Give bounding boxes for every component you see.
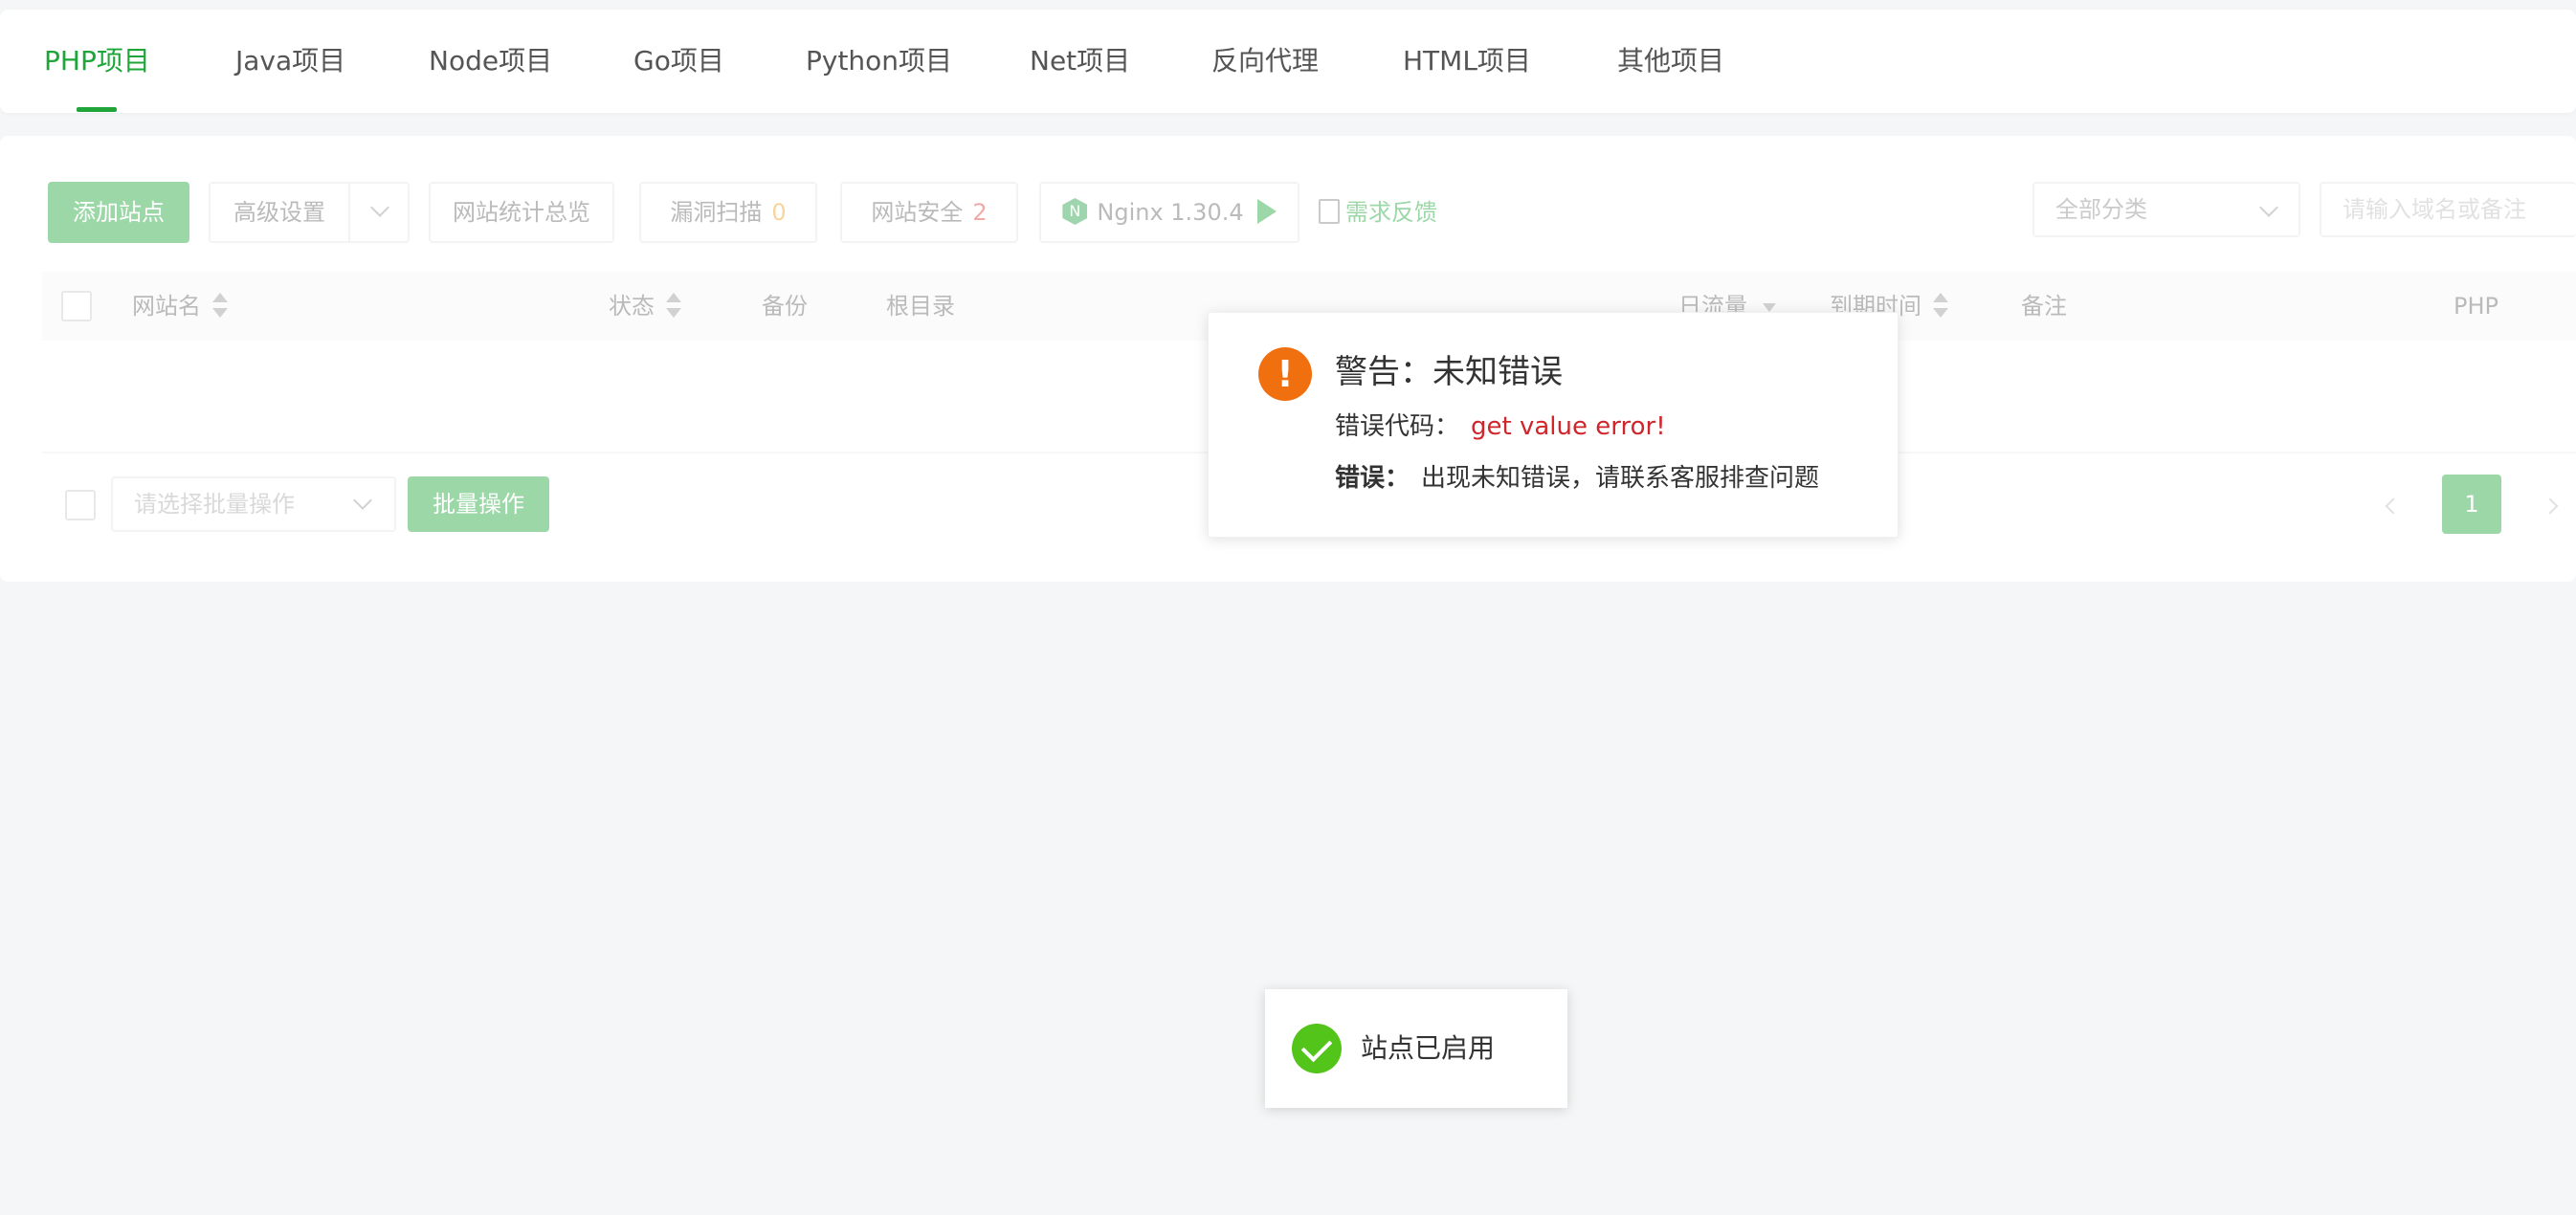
split-divider	[348, 184, 350, 241]
caret-down-icon[interactable]	[1763, 302, 1776, 312]
security-count-badge: 2	[972, 199, 988, 226]
chevron-left-icon	[2385, 497, 2402, 515]
error-code-label: 错误代码：	[1335, 412, 1460, 441]
tab-python[interactable]: Python项目	[806, 10, 952, 113]
feedback-label: 需求反馈	[1345, 199, 1437, 226]
error-dialog: ! 警告：未知错误 错误代码： get value error! 错误： 出现未知错…	[1208, 312, 1899, 538]
toast-message: 站点已启用	[1361, 1032, 1496, 1064]
nginx-icon: N	[1062, 198, 1088, 225]
tab-node[interactable]: Node项目	[429, 10, 552, 113]
column-php: PHP	[2454, 293, 2498, 320]
column-remark: 备注	[2021, 293, 2067, 320]
error-message-line: 错误： 出现未知错误，请联系客服排查问题	[1335, 458, 1819, 494]
nginx-service-button[interactable]: N Nginx 1.30.4	[1039, 182, 1299, 243]
chevron-down-icon	[2259, 198, 2278, 217]
site-security-button[interactable]: 网站安全 2	[840, 182, 1018, 243]
chevron-right-icon	[2542, 497, 2559, 515]
column-status-label: 状态	[609, 293, 655, 320]
tab-reverse-proxy[interactable]: 反向代理	[1211, 10, 1319, 113]
page-current[interactable]: 1	[2442, 475, 2501, 534]
error-code-value: get value error!	[1471, 412, 1666, 441]
tab-other[interactable]: 其他项目	[1617, 10, 1724, 113]
feedback-link[interactable]: 需求反馈	[1319, 182, 1437, 243]
dialog-title: 警告：未知错误	[1335, 353, 1563, 391]
edit-note-icon	[1319, 199, 1340, 224]
chevron-down-icon	[353, 491, 372, 510]
vuln-count-badge: 0	[771, 199, 787, 226]
column-site-name-label: 网站名	[132, 293, 201, 320]
category-select[interactable]: 全部分类	[2032, 182, 2300, 237]
site-stats-button[interactable]: 网站统计总览	[429, 182, 614, 243]
play-icon[interactable]	[1256, 199, 1277, 224]
chevron-down-icon[interactable]	[370, 198, 389, 217]
vuln-scan-button[interactable]: 漏洞扫描 0	[639, 182, 817, 243]
project-type-tabs: PHP项目 Java项目 Node项目 Go项目 Python项目 Net项目 …	[0, 10, 2576, 113]
column-backup: 备份	[762, 293, 808, 320]
page-prev-button[interactable]	[2364, 475, 2423, 534]
batch-operation-placeholder: 请选择批量操作	[134, 491, 295, 518]
tab-net[interactable]: Net项目	[1030, 10, 1130, 113]
tab-html[interactable]: HTML项目	[1403, 10, 1531, 113]
search-input[interactable]: 请输入域名或备注	[2320, 182, 2576, 237]
column-status[interactable]: 状态	[609, 272, 681, 341]
column-root: 根目录	[886, 293, 955, 320]
category-select-value: 全部分类	[2055, 196, 2147, 223]
sort-icon[interactable]	[1933, 293, 1948, 318]
tab-java[interactable]: Java项目	[235, 10, 345, 113]
check-circle-icon	[1292, 1024, 1342, 1073]
batch-operation-select[interactable]: 请选择批量操作	[111, 476, 396, 532]
select-all-checkbox[interactable]	[61, 291, 92, 321]
batch-operation-button[interactable]: 批量操作	[408, 476, 549, 532]
tab-go[interactable]: Go项目	[633, 10, 724, 113]
nginx-version: Nginx 1.30.4	[1097, 199, 1244, 226]
error-label: 错误：	[1335, 464, 1410, 493]
tab-php[interactable]: PHP项目	[44, 10, 150, 113]
error-code-line: 错误代码： get value error!	[1335, 407, 1666, 442]
sort-icon[interactable]	[212, 293, 228, 318]
sort-icon[interactable]	[666, 293, 681, 318]
warning-icon: !	[1258, 347, 1312, 401]
error-message: 出现未知错误，请联系客服排查问题	[1421, 464, 1820, 493]
footer-select-all-checkbox[interactable]	[65, 490, 96, 520]
vuln-scan-label: 漏洞扫描	[670, 199, 763, 226]
page-next-button[interactable]	[2520, 475, 2576, 534]
success-toast: 站点已启用	[1265, 989, 1567, 1108]
column-site-name[interactable]: 网站名	[132, 272, 228, 341]
active-tab-indicator	[77, 107, 117, 112]
advanced-settings-button[interactable]: 高级设置	[209, 182, 410, 243]
add-site-button[interactable]: 添加站点	[48, 182, 189, 243]
advanced-settings-label: 高级设置	[233, 199, 325, 226]
site-security-label: 网站安全	[871, 199, 964, 226]
